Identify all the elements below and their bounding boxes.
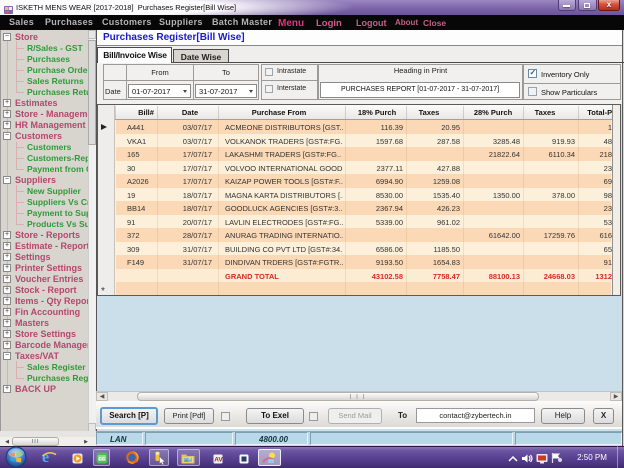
svg-text:cc: cc bbox=[99, 457, 106, 463]
svg-text:e: e bbox=[42, 449, 49, 465]
svg-text:AV: AV bbox=[214, 457, 223, 464]
